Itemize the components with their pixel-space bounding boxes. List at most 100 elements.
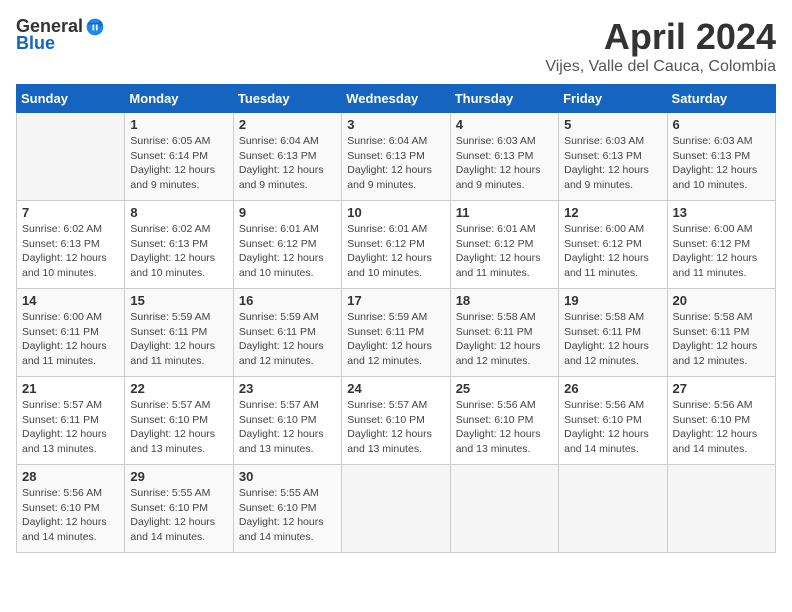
day-details: Sunrise: 6:00 AM Sunset: 6:11 PM Dayligh… [22,310,119,369]
logo: General Blue [16,16,105,54]
day-details: Sunrise: 5:58 AM Sunset: 6:11 PM Dayligh… [456,310,553,369]
calendar-table: SundayMondayTuesdayWednesdayThursdayFrid… [16,84,776,553]
calendar-week-row: 1 Sunrise: 6:05 AM Sunset: 6:14 PM Daylig… [17,113,776,201]
calendar-cell: 4 Sunrise: 6:03 AM Sunset: 6:13 PM Daylig… [450,113,558,201]
day-details: Sunrise: 6:02 AM Sunset: 6:13 PM Dayligh… [130,222,227,281]
calendar-cell: 29 Sunrise: 5:55 AM Sunset: 6:10 PM Dayli… [125,465,233,553]
day-details: Sunrise: 5:59 AM Sunset: 6:11 PM Dayligh… [239,310,336,369]
calendar-cell: 14 Sunrise: 6:00 AM Sunset: 6:11 PM Dayli… [17,289,125,377]
calendar-cell: 28 Sunrise: 5:56 AM Sunset: 6:10 PM Dayli… [17,465,125,553]
day-number: 30 [239,469,336,484]
day-details: Sunrise: 6:04 AM Sunset: 6:13 PM Dayligh… [239,134,336,193]
day-details: Sunrise: 5:59 AM Sunset: 6:11 PM Dayligh… [347,310,444,369]
day-number: 13 [673,205,770,220]
day-details: Sunrise: 5:59 AM Sunset: 6:11 PM Dayligh… [130,310,227,369]
day-number: 2 [239,117,336,132]
calendar-cell: 24 Sunrise: 5:57 AM Sunset: 6:10 PM Dayli… [342,377,450,465]
calendar-week-row: 14 Sunrise: 6:00 AM Sunset: 6:11 PM Dayli… [17,289,776,377]
day-number: 24 [347,381,444,396]
calendar-cell: 19 Sunrise: 5:58 AM Sunset: 6:11 PM Dayli… [559,289,667,377]
day-number: 4 [456,117,553,132]
location-subtitle: Vijes, Valle del Cauca, Colombia [545,58,776,76]
calendar-cell [667,465,775,553]
day-details: Sunrise: 6:04 AM Sunset: 6:13 PM Dayligh… [347,134,444,193]
day-details: Sunrise: 5:58 AM Sunset: 6:11 PM Dayligh… [564,310,661,369]
calendar-cell [17,113,125,201]
calendar-week-row: 28 Sunrise: 5:56 AM Sunset: 6:10 PM Dayli… [17,465,776,553]
calendar-cell: 13 Sunrise: 6:00 AM Sunset: 6:12 PM Dayli… [667,201,775,289]
calendar-cell: 23 Sunrise: 5:57 AM Sunset: 6:10 PM Dayli… [233,377,341,465]
calendar-cell: 17 Sunrise: 5:59 AM Sunset: 6:11 PM Dayli… [342,289,450,377]
day-details: Sunrise: 5:55 AM Sunset: 6:10 PM Dayligh… [130,486,227,545]
day-number: 28 [22,469,119,484]
day-number: 10 [347,205,444,220]
day-number: 26 [564,381,661,396]
day-details: Sunrise: 6:00 AM Sunset: 6:12 PM Dayligh… [673,222,770,281]
day-details: Sunrise: 5:58 AM Sunset: 6:11 PM Dayligh… [673,310,770,369]
day-header-monday: Monday [125,85,233,113]
calendar-cell [342,465,450,553]
day-details: Sunrise: 6:01 AM Sunset: 6:12 PM Dayligh… [347,222,444,281]
day-details: Sunrise: 5:57 AM Sunset: 6:10 PM Dayligh… [239,398,336,457]
day-number: 18 [456,293,553,308]
day-header-tuesday: Tuesday [233,85,341,113]
day-number: 5 [564,117,661,132]
day-details: Sunrise: 6:05 AM Sunset: 6:14 PM Dayligh… [130,134,227,193]
day-details: Sunrise: 5:57 AM Sunset: 6:10 PM Dayligh… [347,398,444,457]
calendar-cell: 22 Sunrise: 5:57 AM Sunset: 6:10 PM Dayli… [125,377,233,465]
calendar-cell: 18 Sunrise: 5:58 AM Sunset: 6:11 PM Dayli… [450,289,558,377]
calendar-cell: 12Sunrise: 6:00 AM Sunset: 6:12 PM Dayli… [559,201,667,289]
day-number: 25 [456,381,553,396]
day-details: Sunrise: 5:57 AM Sunset: 6:10 PM Dayligh… [130,398,227,457]
day-number: 20 [673,293,770,308]
calendar-cell: 7Sunrise: 6:02 AM Sunset: 6:13 PM Daylig… [17,201,125,289]
day-number: 11 [456,205,553,220]
calendar-cell: 1 Sunrise: 6:05 AM Sunset: 6:14 PM Daylig… [125,113,233,201]
day-details: Sunrise: 5:56 AM Sunset: 6:10 PM Dayligh… [564,398,661,457]
calendar-week-row: 21Sunrise: 5:57 AM Sunset: 6:11 PM Dayli… [17,377,776,465]
day-details: Sunrise: 6:02 AM Sunset: 6:13 PM Dayligh… [22,222,119,281]
calendar-header-row: SundayMondayTuesdayWednesdayThursdayFrid… [17,85,776,113]
calendar-week-row: 7Sunrise: 6:02 AM Sunset: 6:13 PM Daylig… [17,201,776,289]
day-details: Sunrise: 6:01 AM Sunset: 6:12 PM Dayligh… [456,222,553,281]
day-details: Sunrise: 6:03 AM Sunset: 6:13 PM Dayligh… [456,134,553,193]
day-number: 12 [564,205,661,220]
logo-icon [85,17,105,37]
day-header-sunday: Sunday [17,85,125,113]
day-details: Sunrise: 5:56 AM Sunset: 6:10 PM Dayligh… [22,486,119,545]
calendar-cell: 2 Sunrise: 6:04 AM Sunset: 6:13 PM Daylig… [233,113,341,201]
calendar-cell [559,465,667,553]
day-details: Sunrise: 6:03 AM Sunset: 6:13 PM Dayligh… [564,134,661,193]
calendar-cell: 6 Sunrise: 6:03 AM Sunset: 6:13 PM Daylig… [667,113,775,201]
calendar-cell: 9Sunrise: 6:01 AM Sunset: 6:12 PM Daylig… [233,201,341,289]
day-number: 16 [239,293,336,308]
calendar-cell: 11 Sunrise: 6:01 AM Sunset: 6:12 PM Dayli… [450,201,558,289]
day-header-saturday: Saturday [667,85,775,113]
day-number: 6 [673,117,770,132]
calendar-cell [450,465,558,553]
day-number: 19 [564,293,661,308]
day-details: Sunrise: 5:55 AM Sunset: 6:10 PM Dayligh… [239,486,336,545]
day-number: 1 [130,117,227,132]
day-number: 15 [130,293,227,308]
day-number: 3 [347,117,444,132]
calendar-cell: 16 Sunrise: 5:59 AM Sunset: 6:11 PM Dayli… [233,289,341,377]
month-title: April 2024 [545,16,776,58]
day-header-friday: Friday [559,85,667,113]
day-details: Sunrise: 5:57 AM Sunset: 6:11 PM Dayligh… [22,398,119,457]
day-number: 17 [347,293,444,308]
day-number: 27 [673,381,770,396]
calendar-cell: 10 Sunrise: 6:01 AM Sunset: 6:12 PM Dayli… [342,201,450,289]
calendar-cell: 20 Sunrise: 5:58 AM Sunset: 6:11 PM Dayli… [667,289,775,377]
calendar-cell: 30 Sunrise: 5:55 AM Sunset: 6:10 PM Dayli… [233,465,341,553]
page-header: General Blue April 2024 Vijes, Valle del… [16,16,776,76]
day-details: Sunrise: 5:56 AM Sunset: 6:10 PM Dayligh… [456,398,553,457]
day-number: 14 [22,293,119,308]
day-number: 23 [239,381,336,396]
calendar-cell: 21Sunrise: 5:57 AM Sunset: 6:11 PM Dayli… [17,377,125,465]
calendar-cell: 25 Sunrise: 5:56 AM Sunset: 6:10 PM Dayli… [450,377,558,465]
day-details: Sunrise: 6:03 AM Sunset: 6:13 PM Dayligh… [673,134,770,193]
calendar-cell: 5 Sunrise: 6:03 AM Sunset: 6:13 PM Daylig… [559,113,667,201]
day-number: 29 [130,469,227,484]
day-number: 22 [130,381,227,396]
